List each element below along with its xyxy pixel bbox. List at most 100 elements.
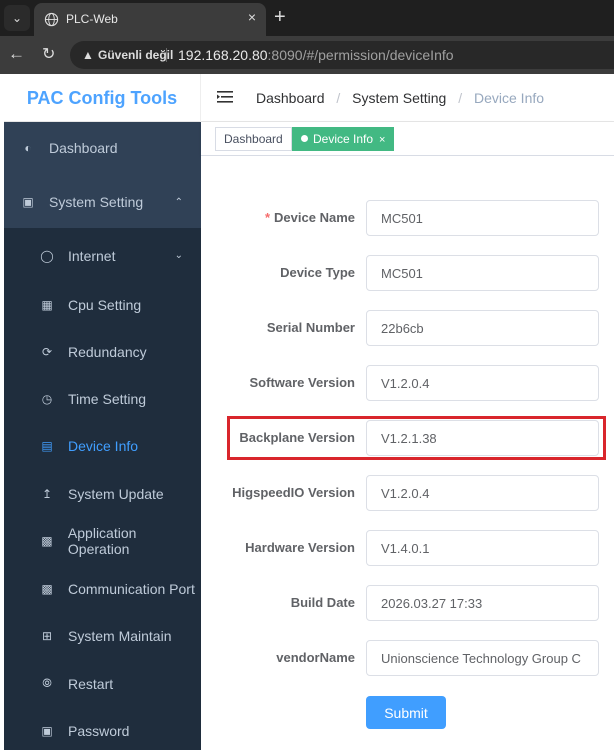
- higspeedio-version-label: HigspeedIO Version: [232, 485, 355, 500]
- sidebar-item-label: Restart: [68, 675, 114, 692]
- vendor-name-input[interactable]: [366, 640, 599, 676]
- sidebar-item-label: Time Setting: [68, 390, 147, 407]
- form-row-hardware-version: Hardware Version: [201, 530, 614, 566]
- monitor-icon: ▣: [22, 195, 34, 209]
- sidebar-item-label: System Maintain: [68, 627, 172, 644]
- redundancy-icon: ⟳: [41, 344, 53, 359]
- hardware-version-input[interactable]: [366, 530, 599, 566]
- build-date-input[interactable]: [366, 585, 599, 621]
- sidebar-item-redundancy[interactable]: ⟳ Redundancy: [4, 328, 201, 375]
- sidebar-item-label: Cpu Setting: [68, 296, 142, 313]
- url-path: :8090/#/permission/deviceInfo: [267, 47, 454, 63]
- tab-close-icon[interactable]: ×: [248, 9, 256, 25]
- software-version-label: Software Version: [249, 375, 355, 390]
- device-type-label: Device Type: [280, 265, 355, 280]
- hardware-version-label: Hardware Version: [245, 540, 355, 555]
- sidebar-item-label: Internet: [68, 247, 116, 264]
- security-label[interactable]: Güvenli değil: [98, 48, 173, 62]
- tab-search-button[interactable]: ⌄: [4, 5, 30, 31]
- address-bar[interactable]: ▲ Güvenli değil 192.168.20.80:8090/#/per…: [70, 41, 614, 69]
- serial-number-label: Serial Number: [266, 320, 355, 335]
- sidebar-item-system-maintain[interactable]: ⊞ System Maintain: [4, 612, 201, 659]
- tag-dashboard[interactable]: Dashboard: [215, 127, 292, 151]
- form-row-device-name: * Device Name: [201, 200, 614, 236]
- hamburger-icon[interactable]: [216, 88, 234, 106]
- chevron-down-icon: ⌄: [174, 250, 183, 261]
- higspeedio-version-input[interactable]: [366, 475, 599, 511]
- device-name-input[interactable]: [366, 200, 599, 236]
- breadcrumb-separator: /: [336, 90, 341, 106]
- required-marker: *: [264, 210, 271, 225]
- dashboard-icon: ◐: [24, 141, 32, 155]
- globe-icon: ◯: [40, 248, 54, 263]
- browser-tab[interactable]: PLC-Web ×: [34, 3, 266, 36]
- sidebar-item-internet[interactable]: ◯ Internet ⌄: [4, 232, 201, 279]
- breadcrumb-separator: /: [458, 90, 463, 106]
- sidebar-item-label: Redundancy: [68, 343, 147, 360]
- url-text[interactable]: 192.168.20.80:8090/#/permission/deviceIn…: [178, 47, 454, 63]
- back-arrow-icon[interactable]: ←: [8, 44, 25, 64]
- globe-icon: [44, 12, 59, 27]
- submit-button[interactable]: Submit: [366, 696, 446, 729]
- sidebar-item-label: Password: [68, 722, 130, 739]
- upload-icon: ↥: [41, 486, 53, 501]
- lock-icon: ▣: [41, 723, 53, 738]
- sidebar-item-system-setting[interactable]: ▣ System Setting ⌃: [4, 176, 201, 228]
- sidebar-item-password[interactable]: ▣ Password: [4, 707, 201, 750]
- sidebar-item-system-update[interactable]: ↥ System Update: [4, 470, 201, 517]
- tag-device-info[interactable]: Device Info ×: [292, 127, 395, 151]
- software-version-input[interactable]: [366, 365, 599, 401]
- application-icon: ▩: [41, 533, 53, 548]
- browser-tab-bar: ⌄ PLC-Web × +: [0, 0, 614, 36]
- tag-label: Device Info: [313, 132, 374, 146]
- chevron-down-icon: ⌄: [11, 11, 23, 25]
- brand-title: PAC Config Tools: [4, 74, 201, 122]
- new-tab-button[interactable]: +: [274, 6, 286, 28]
- form-row-serial-number: Serial Number: [201, 310, 614, 346]
- browser-nav-bar: ← ↻ ▲ Güvenli değil 192.168.20.80:8090/#…: [0, 36, 614, 74]
- sidebar-item-dashboard[interactable]: ◐ Dashboard: [4, 122, 201, 174]
- sidebar-item-label: System Setting: [49, 194, 144, 210]
- form-row-software-version: Software Version: [201, 365, 614, 401]
- clock-icon: ◷: [41, 391, 53, 406]
- sidebar-item-label: Communication Port: [68, 580, 195, 597]
- sidebar-item-label: Application Operation: [67, 524, 137, 557]
- tags-view: Dashboard Device Info ×: [201, 122, 614, 156]
- sidebar-item-label: System Update: [68, 485, 164, 502]
- field-label-text: Device Name: [274, 210, 355, 225]
- form-row-vendor-name: vendorName: [201, 640, 614, 676]
- serial-number-input[interactable]: [366, 310, 599, 346]
- device-name-label: * Device Name: [265, 210, 355, 225]
- tag-close-icon[interactable]: ×: [379, 134, 385, 146]
- sidebar-item-application-operation[interactable]: ▩ Application Operation: [4, 517, 201, 564]
- breadcrumb-system-setting[interactable]: System Setting: [352, 90, 446, 106]
- breadcrumb: Dashboard / System Setting / Device Info: [256, 90, 544, 106]
- sidebar-item-communication-port[interactable]: ▩ Communication Port: [4, 565, 201, 612]
- device-type-input[interactable]: [366, 255, 599, 291]
- sidebar-item-restart[interactable]: ⦾ Restart: [4, 660, 201, 707]
- port-icon: ▩: [41, 581, 53, 596]
- sidebar-item-device-info[interactable]: ▤ Device Info: [4, 422, 201, 469]
- breadcrumb-device-info: Device Info: [474, 90, 545, 106]
- warning-icon: ▲: [82, 48, 94, 62]
- cpu-icon: ▦: [41, 297, 53, 312]
- breadcrumb-dashboard[interactable]: Dashboard: [256, 90, 325, 106]
- url-host: 192.168.20.80: [178, 47, 268, 63]
- sidebar-item-time-setting[interactable]: ◷ Time Setting: [4, 375, 201, 422]
- active-dot-icon: [301, 135, 308, 142]
- tab-title: PLC-Web: [66, 12, 118, 26]
- build-date-label: Build Date: [290, 595, 355, 610]
- sidebar-item-cpu-setting[interactable]: ▦ Cpu Setting: [4, 281, 201, 328]
- sidebar-item-label: Dashboard: [49, 140, 118, 156]
- reload-icon[interactable]: ↻: [42, 44, 55, 64]
- sidebar-item-label: Device Info: [68, 437, 139, 454]
- form-row-higspeedio-version: HigspeedIO Version: [201, 475, 614, 511]
- sidebar: ◐ Dashboard ▣ System Setting ⌃ ◯ Interne…: [4, 122, 201, 750]
- vendor-name-label: vendorName: [276, 650, 355, 665]
- form-row-build-date: Build Date: [201, 585, 614, 621]
- device-info-icon: ▤: [41, 438, 53, 453]
- grid-icon: ⊞: [41, 628, 53, 643]
- app-header: PAC Config Tools Dashboard / System Sett…: [4, 74, 614, 122]
- highlight-box: [227, 416, 606, 460]
- chevron-up-icon: ⌃: [174, 196, 183, 208]
